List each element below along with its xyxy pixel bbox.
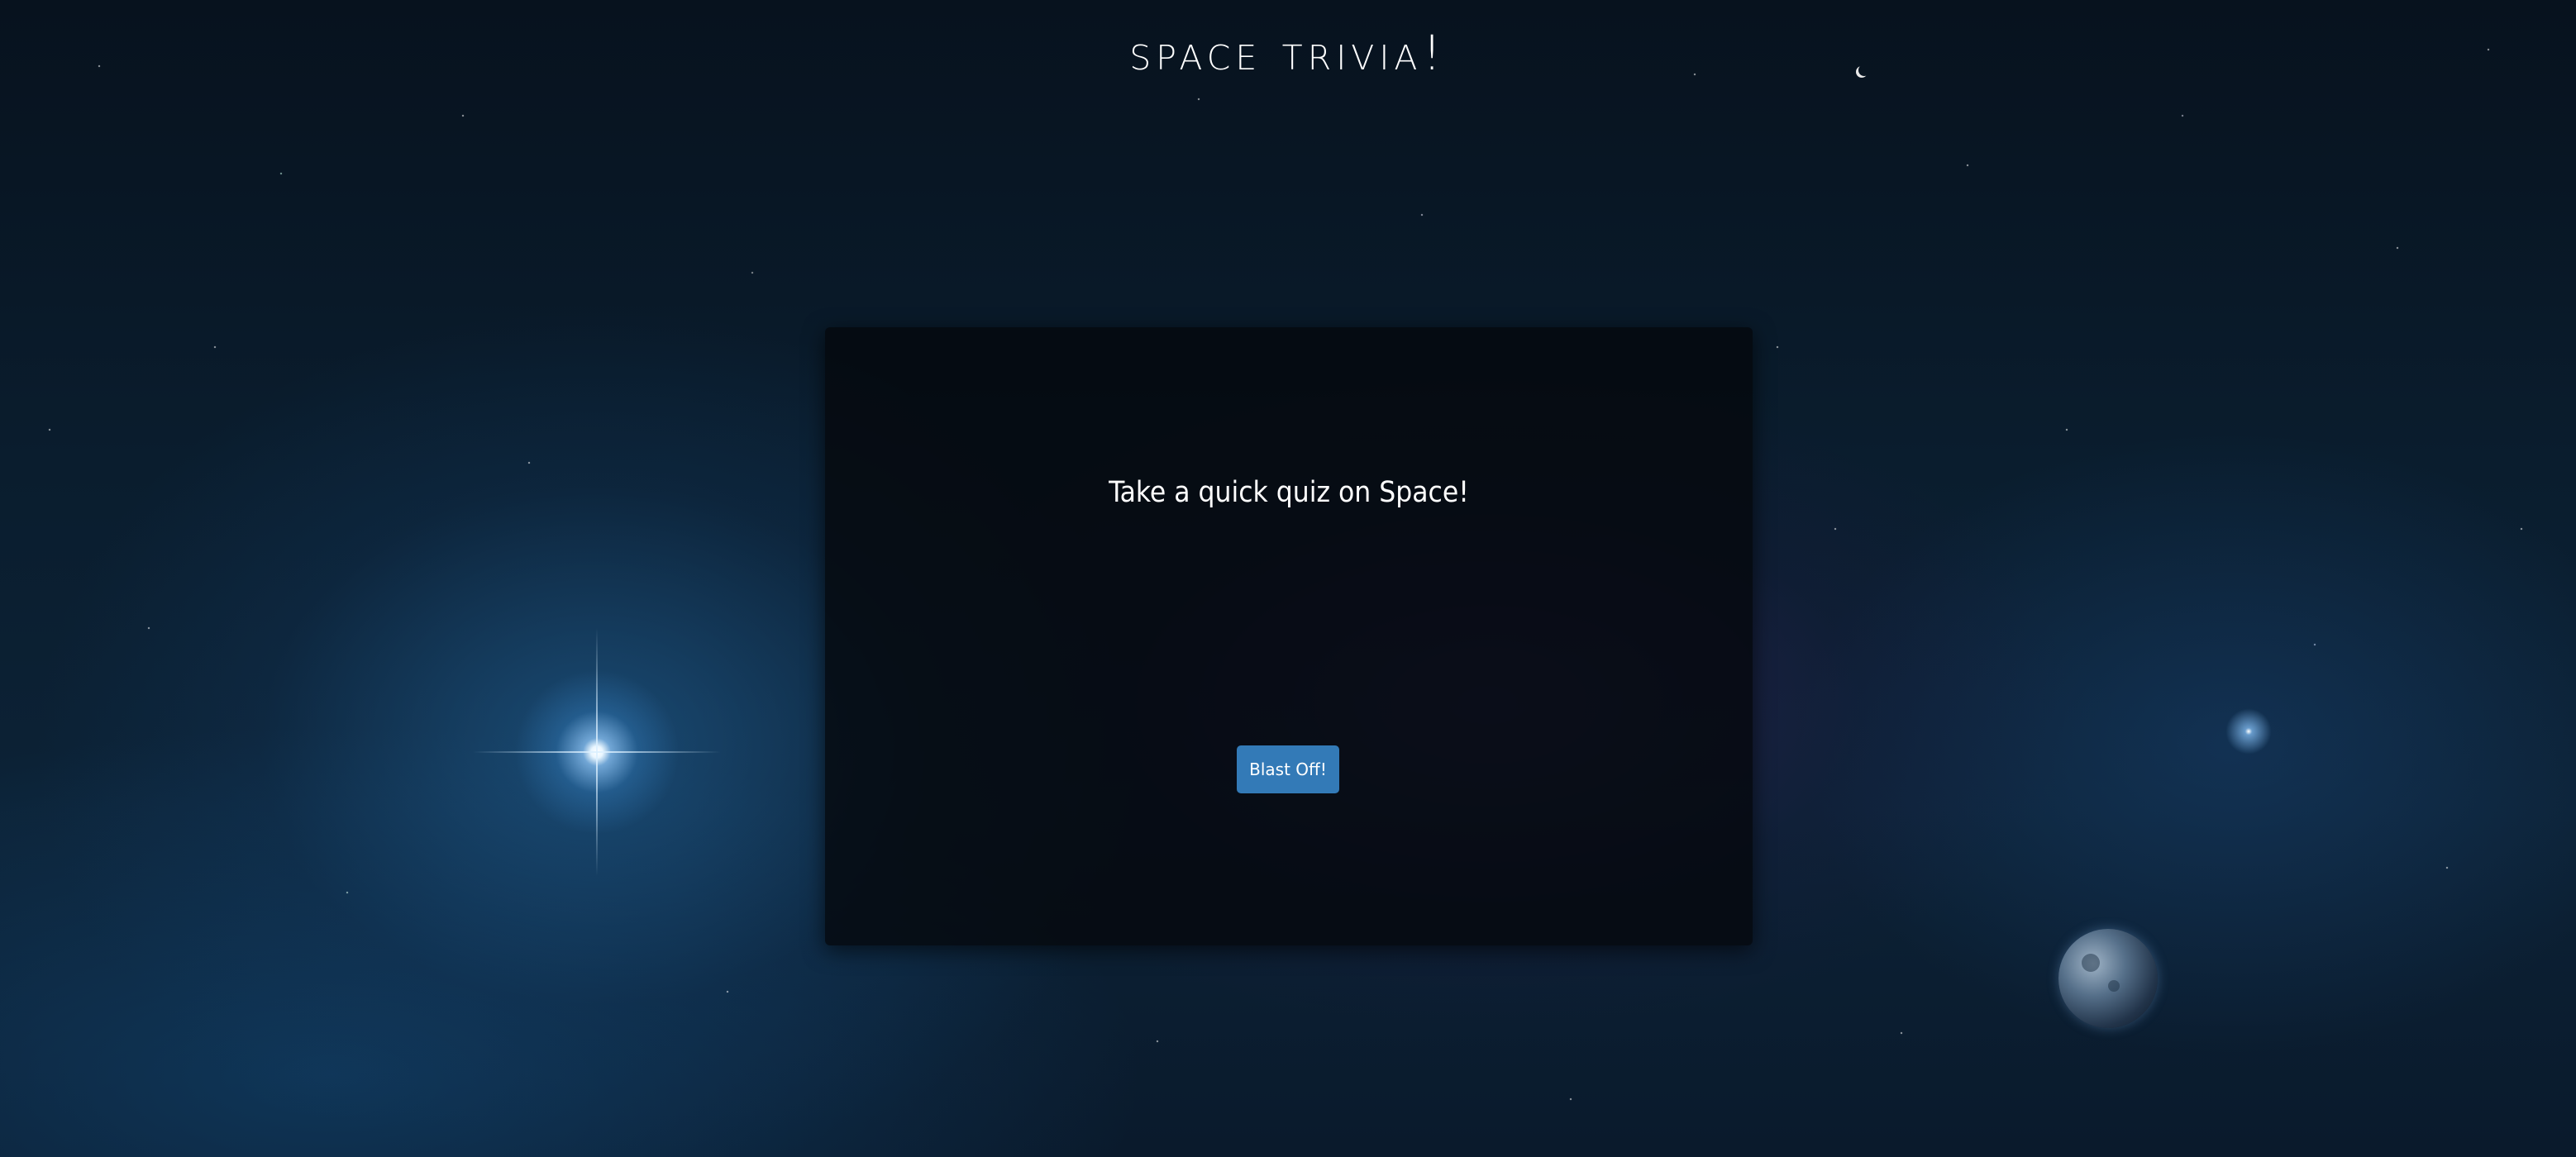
quiz-card: Take a quick quiz on Space! Blast Off! [825, 327, 1753, 945]
small-star-decoration [2224, 707, 2273, 756]
page-header: Space Trivia! [0, 25, 2576, 81]
bright-star-decoration [473, 628, 721, 876]
quiz-intro-text: Take a quick quiz on Space! [1109, 476, 1469, 509]
planet-decoration [2058, 929, 2158, 1028]
blast-off-button[interactable]: Blast Off! [1237, 745, 1339, 793]
page-title: Space Trivia! [1129, 25, 1447, 81]
planet-crater [2108, 980, 2120, 992]
planet-crater [2082, 954, 2100, 972]
